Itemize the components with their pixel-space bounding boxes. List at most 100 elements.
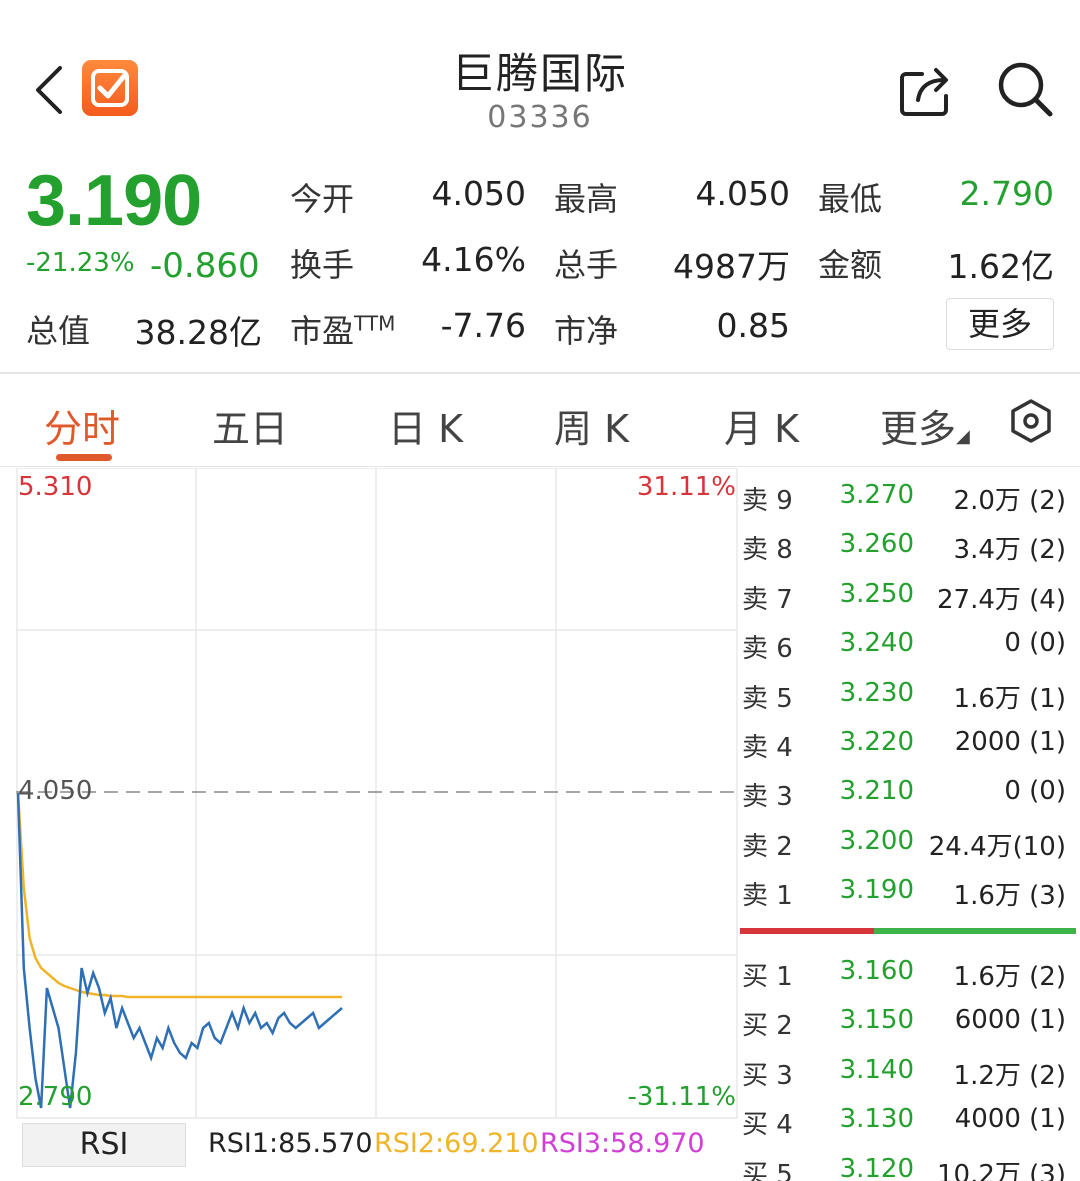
ask-volume: 2000 (1) — [954, 727, 1066, 757]
bid-row[interactable]: 买 4 3.130 4000 (1) — [740, 1098, 1080, 1142]
bid-price: 3.140 — [839, 1054, 914, 1085]
bid-volume: 1.2万 (2) — [953, 1060, 1066, 1091]
high-value: 4.050 — [695, 174, 790, 213]
bid-label: 买 2 — [742, 1011, 793, 1042]
tab-more[interactable]: 更多◢ — [880, 398, 970, 453]
change-amount: -0.860 — [150, 246, 260, 286]
more-button[interactable]: 更多 — [946, 298, 1054, 350]
amount-label: 金额 — [818, 246, 883, 284]
bid-row[interactable]: 买 5 3.120 10.2万 (3) — [740, 1148, 1080, 1181]
rsi2-value: RSI2:69.210 — [374, 1128, 539, 1159]
bid-row[interactable]: 买 3 3.140 1.2万 (2) — [740, 1049, 1080, 1093]
ask-row[interactable]: 卖 6 3.240 0 (0) — [740, 622, 1080, 666]
rsi-bar: RSI RSI1:85.570 RSI2:69.210 RSI3:58.970 — [16, 1120, 738, 1181]
bid-label: 买 3 — [742, 1060, 793, 1091]
ask-price: 3.240 — [839, 628, 914, 659]
ask-label: 卖 3 — [742, 782, 793, 813]
bid-label: 买 1 — [742, 962, 793, 992]
ask-volume: 27.4万 (4) — [937, 584, 1066, 615]
tab-more-label: 更多 — [880, 407, 957, 451]
ask-volume: 1.6万 (3) — [953, 881, 1066, 912]
pe-label-text: 市盈 — [290, 312, 355, 350]
bid-price: 3.120 — [839, 1153, 914, 1181]
tabs-border — [0, 466, 1080, 467]
ask-label: 卖 9 — [742, 486, 793, 516]
tab-weekly-k[interactable]: 周 K — [554, 398, 629, 453]
ask-row[interactable]: 卖 4 3.220 2000 (1) — [740, 721, 1080, 765]
price-line — [16, 792, 343, 1109]
ask-row[interactable]: 卖 3 3.210 0 (0) — [740, 770, 1080, 814]
hexagon-settings-icon[interactable] — [1008, 398, 1054, 444]
turnover-value: 4.16% — [421, 240, 526, 279]
y-axis-min-pct-label: -31.11% — [627, 1082, 736, 1112]
ratio-red-segment — [740, 928, 875, 934]
share-icon[interactable] — [898, 62, 954, 118]
ask-row[interactable]: 卖 9 3.270 2.0万 (2) — [740, 474, 1080, 518]
y-axis-max-label: 5.310 — [18, 472, 93, 502]
intraday-chart[interactable]: 5.310 31.11% 4.050 2.790 -31.11% — [16, 468, 738, 1120]
bid-price: 3.160 — [839, 956, 914, 986]
ask-row[interactable]: 卖 1 3.190 1.6万 (3) — [740, 869, 1080, 913]
bid-volume: 4000 (1) — [954, 1104, 1066, 1135]
chart-tabs: 分时 五日 日 K 周 K 月 K 更多◢ — [0, 374, 1080, 468]
ask-volume: 0 (0) — [1004, 628, 1066, 659]
rsi-button[interactable]: RSI — [22, 1123, 186, 1167]
dropdown-corner-icon: ◢ — [956, 426, 970, 447]
y-axis-min-label: 2.790 — [18, 1082, 93, 1112]
open-value: 4.050 — [431, 174, 526, 213]
tab-five-day[interactable]: 五日 — [212, 398, 288, 453]
amount-value: 1.62亿 — [947, 247, 1054, 286]
rsi1-value: RSI1:85.570 — [208, 1128, 373, 1159]
ask-label: 卖 5 — [742, 683, 793, 714]
bid-row[interactable]: 买 2 3.150 6000 (1) — [740, 999, 1080, 1043]
pe-value: -7.76 — [440, 306, 526, 345]
pb-label: 市净 — [554, 312, 619, 350]
open-label: 今开 — [290, 180, 355, 218]
ask-row[interactable]: 卖 5 3.230 1.6万 (1) — [740, 672, 1080, 716]
ask-row[interactable]: 卖 2 3.200 24.4万(10) — [740, 820, 1080, 864]
tab-monthly-k[interactable]: 月 K — [724, 398, 799, 453]
tab-intraday[interactable]: 分时 — [44, 398, 120, 453]
search-icon[interactable] — [996, 60, 1054, 118]
total-value: 38.28亿 — [134, 313, 262, 352]
ask-row[interactable]: 卖 8 3.260 3.4万 (2) — [740, 523, 1080, 567]
high-label: 最高 — [554, 180, 619, 218]
ask-label: 卖 8 — [742, 535, 793, 566]
ask-volume: 0 (0) — [1004, 776, 1066, 807]
chart-canvas — [16, 468, 738, 1119]
ask-price: 3.230 — [839, 677, 914, 708]
ask-price: 3.200 — [839, 825, 914, 856]
y-axis-ref-label: 4.050 — [18, 776, 93, 806]
change-percent: -21.23% — [26, 248, 135, 278]
low-label: 最低 — [818, 180, 883, 218]
bid-label: 买 4 — [742, 1110, 793, 1141]
active-tab-indicator — [56, 454, 112, 461]
ask-price: 3.270 — [839, 480, 914, 510]
ask-volume: 1.6万 (1) — [953, 683, 1066, 714]
bid-price: 3.130 — [839, 1104, 914, 1135]
ask-price: 3.260 — [839, 529, 914, 560]
ask-label: 卖 4 — [742, 733, 793, 763]
bid-ask-ratio-bar — [740, 928, 1076, 934]
quote-panel: 3.190 -21.23% -0.860 今开 4.050 最高 4.050 最… — [0, 150, 1080, 372]
bid-price: 3.150 — [839, 1005, 914, 1036]
ratio-green-segment — [874, 928, 1076, 934]
turnover-label: 换手 — [290, 246, 355, 284]
ask-label: 卖 7 — [742, 584, 793, 615]
order-book: 卖 9 3.270 2.0万 (2) 卖 8 3.260 3.4万 (2) 卖 7 3.250… — [740, 468, 1080, 1181]
pe-label: 市盈TTM — [290, 306, 395, 352]
ask-label: 卖 2 — [742, 831, 793, 862]
ask-volume: 2.0万 (2) — [953, 486, 1066, 516]
total-value-label: 总值 — [26, 312, 91, 350]
y-axis-max-pct-label: 31.11% — [636, 472, 736, 502]
bid-volume: 10.2万 (3) — [937, 1159, 1066, 1181]
ask-row[interactable]: 卖 7 3.250 27.4万 (4) — [740, 573, 1080, 617]
ask-price: 3.210 — [839, 776, 914, 807]
rsi3-value: RSI3:58.970 — [540, 1128, 705, 1159]
volume-label: 总手 — [554, 246, 619, 284]
pe-ttm-sup: TTM — [354, 311, 396, 336]
bid-row[interactable]: 买 1 3.160 1.6万 (2) — [740, 950, 1080, 994]
bid-label: 买 5 — [742, 1159, 793, 1181]
tab-daily-k[interactable]: 日 K — [388, 398, 463, 453]
chart-grid — [16, 468, 738, 1119]
